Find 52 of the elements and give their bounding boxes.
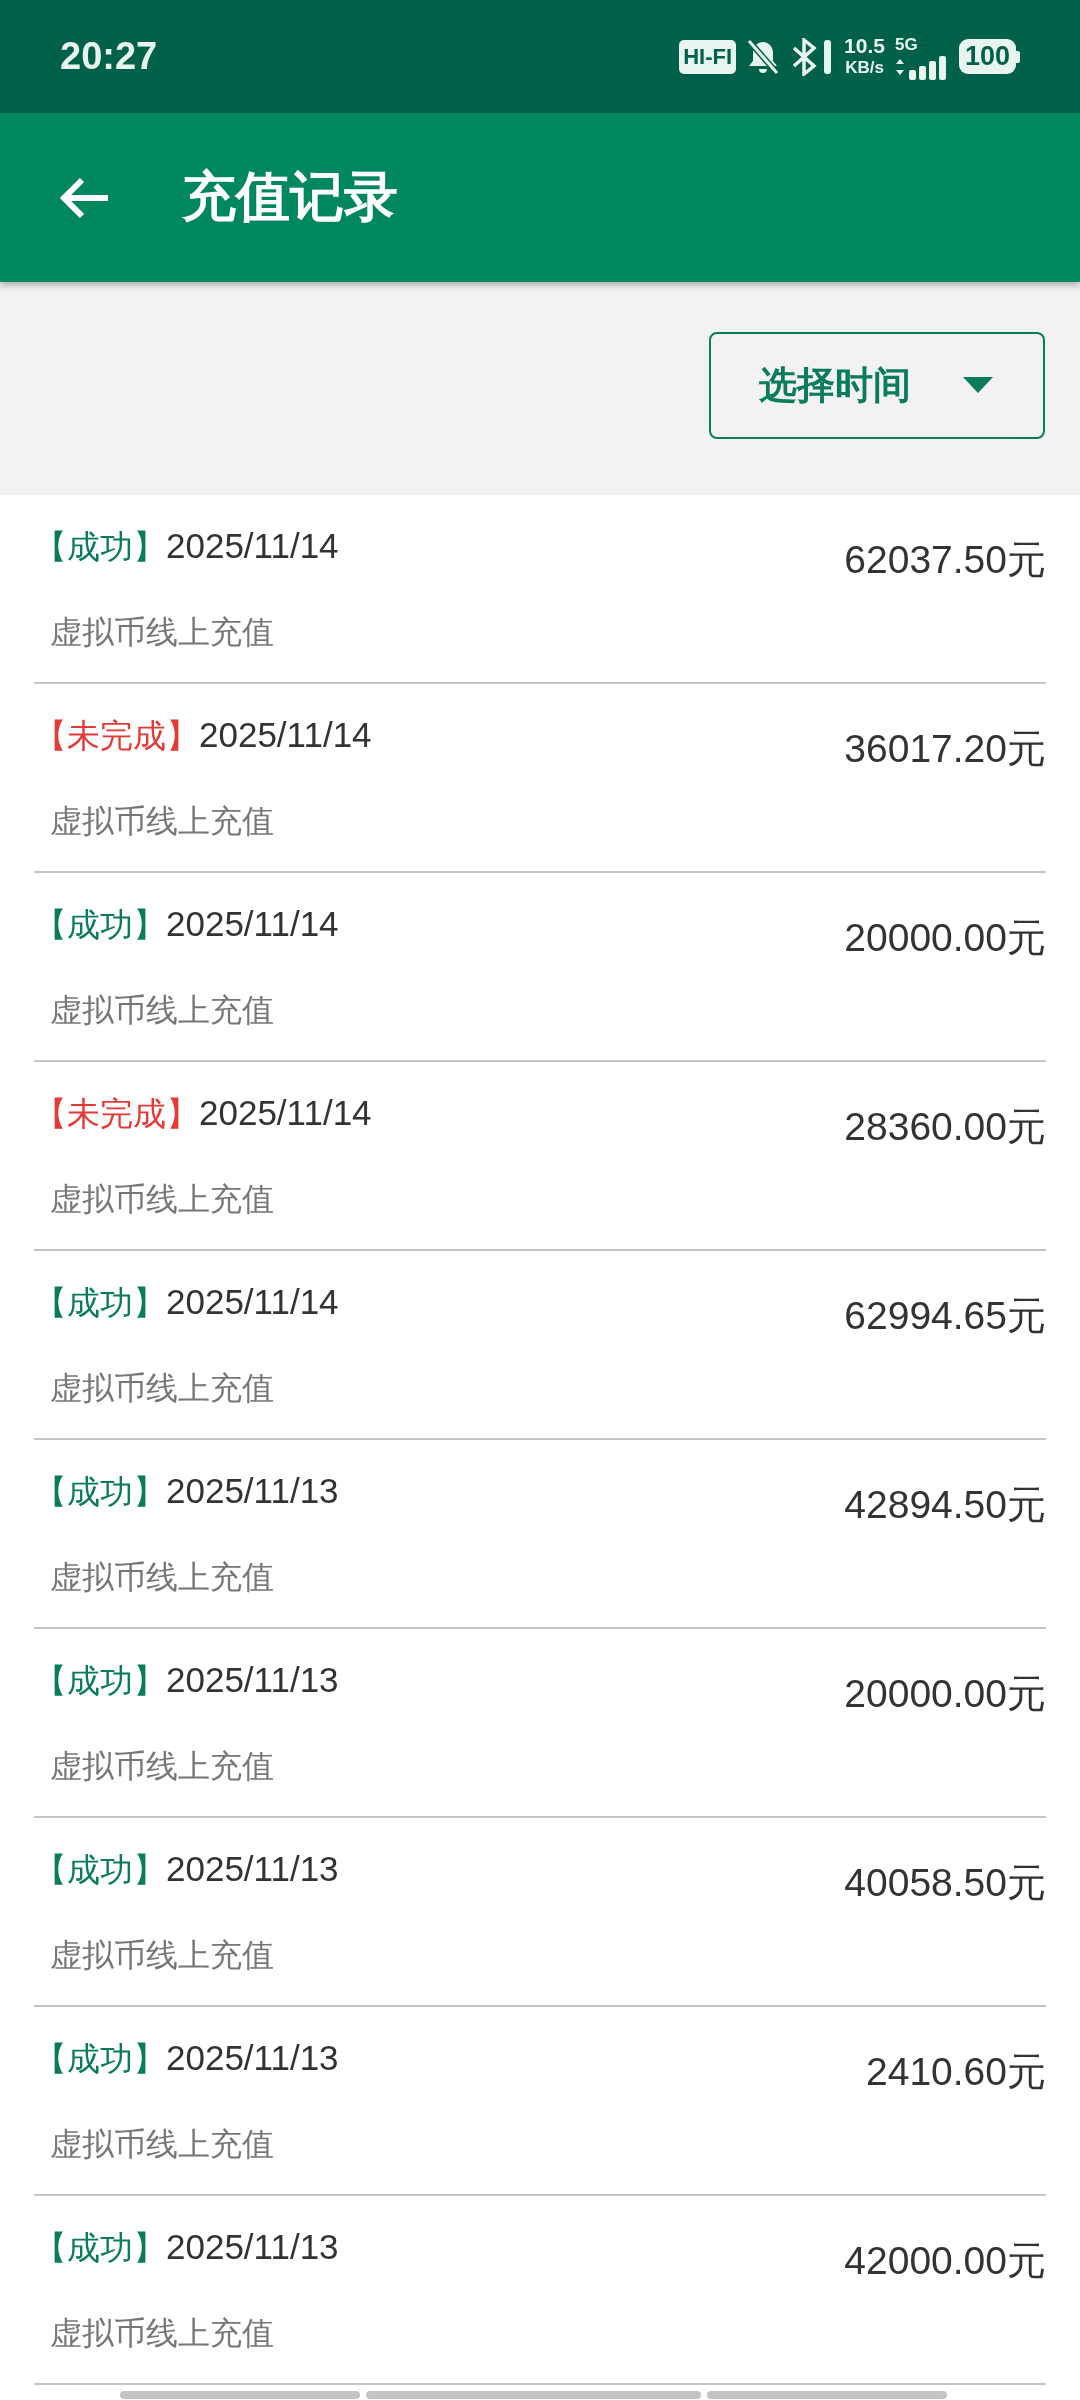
status-label: 【成功】 xyxy=(34,1471,166,1513)
record-date: 2025/11/13 xyxy=(166,2227,339,2267)
record-description: 虚拟币线上充值 xyxy=(49,1746,275,1787)
record-description: 虚拟币线上充值 xyxy=(49,2124,275,2165)
record-date: 2025/11/14 xyxy=(199,715,372,755)
network-type: 5G xyxy=(894,33,918,56)
record-amount: 62037.50元 xyxy=(844,537,1046,583)
status-label: 【成功】 xyxy=(34,1660,166,1702)
record-date: 2025/11/13 xyxy=(166,1660,339,1700)
record-amount: 42894.50元 xyxy=(844,1482,1046,1528)
network-speed: 10.5 xyxy=(844,34,885,57)
record-date: 2025/11/13 xyxy=(166,2038,339,2078)
record-description: 虚拟币线上充值 xyxy=(49,1368,275,1409)
page-title: 充值记录 xyxy=(182,164,398,230)
record-date: 2025/11/13 xyxy=(166,1849,339,1889)
status-time: 20:27 xyxy=(60,35,158,78)
record-description: 虚拟币线上充值 xyxy=(49,1179,275,1220)
hifi-badge: HI-FI xyxy=(679,39,737,74)
record-description: 虚拟币线上充值 xyxy=(49,990,275,1031)
bell-muted-icon xyxy=(746,37,781,76)
record-amount: 2410.60元 xyxy=(866,2049,1046,2095)
record-description: 虚拟币线上充值 xyxy=(49,801,275,842)
status-label: 【成功】 xyxy=(34,904,166,946)
status-label: 【成功】 xyxy=(34,526,166,568)
record-amount: 20000.00元 xyxy=(844,915,1046,961)
record-date: 2025/11/13 xyxy=(166,1471,339,1511)
record-amount: 28360.00元 xyxy=(844,1104,1046,1150)
status-label: 【成功】 xyxy=(34,1849,166,1891)
time-filter-dropdown[interactable]: 选择时间 xyxy=(709,332,1045,439)
record-amount: 42000.00元 xyxy=(844,2238,1046,2284)
record-description: 虚拟币线上充值 xyxy=(49,2313,275,2354)
record-description: 虚拟币线上充值 xyxy=(49,1557,275,1598)
record-description: 虚拟币线上充值 xyxy=(49,1935,275,1976)
record-amount: 20000.00元 xyxy=(844,1671,1046,1717)
record-date: 2025/11/14 xyxy=(199,1093,372,1133)
status-label: 【成功】 xyxy=(34,2227,166,2269)
back-arrow-icon[interactable] xyxy=(58,175,110,220)
signal-icon xyxy=(894,55,949,80)
status-label: 【未完成】 xyxy=(34,1093,199,1135)
record-description: 虚拟币线上充值 xyxy=(49,612,275,653)
record-amount: 36017.20元 xyxy=(844,726,1046,772)
record-date: 2025/11/14 xyxy=(166,904,339,944)
record-date: 2025/11/14 xyxy=(166,1282,339,1322)
caret-icon xyxy=(963,376,993,395)
status-label: 【未完成】 xyxy=(34,715,199,757)
record-date: 2025/11/14 xyxy=(166,526,339,566)
record-amount: 62994.65元 xyxy=(844,1293,1046,1339)
status-label: 【成功】 xyxy=(34,1282,166,1324)
status-label: 【成功】 xyxy=(34,2038,166,2080)
record-amount: 40058.50元 xyxy=(844,1860,1046,1906)
speed-unit: KB/s xyxy=(845,56,884,79)
battery-level: 100 xyxy=(958,39,1016,74)
